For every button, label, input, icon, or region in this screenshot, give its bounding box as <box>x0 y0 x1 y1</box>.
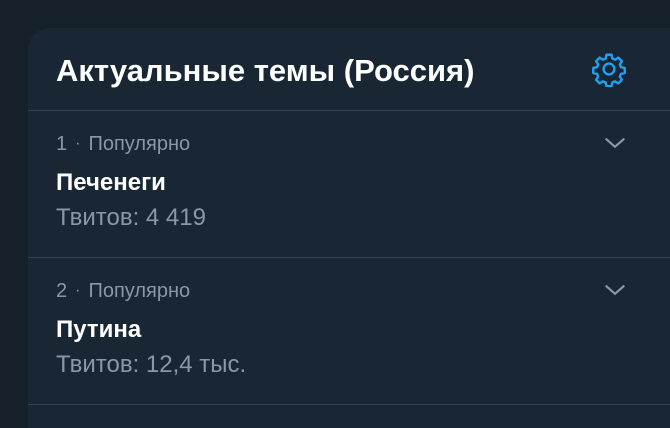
trend-meta: 1 · Популярно <box>56 131 190 157</box>
trend-rank: 1 <box>56 133 68 155</box>
trend-rank: 2 <box>56 280 68 302</box>
trends-header: Актуальные темы (Россия) <box>28 28 670 111</box>
trend-name[interactable]: Печенеги <box>56 168 166 198</box>
trend-item[interactable]: 1 · Популярно Печенеги Твитов: 4 419 <box>28 111 670 258</box>
trend-context: Популярно <box>88 280 191 302</box>
trend-tweet-count: Твитов: 4 419 <box>56 204 206 231</box>
chevron-down-icon[interactable] <box>602 130 628 156</box>
trends-title: Актуальные темы (Россия) <box>56 53 475 88</box>
trend-separator: · <box>75 135 81 152</box>
trend-meta: 2 · Популярно <box>56 278 190 304</box>
trend-item[interactable]: 2 · Популярно Путина Твитов: 12,4 тыс. <box>28 258 670 405</box>
trend-separator: · <box>75 282 81 299</box>
trend-context: Популярно <box>88 133 191 155</box>
trend-name[interactable]: Путина <box>56 315 141 345</box>
gear-icon[interactable] <box>591 51 627 87</box>
chevron-down-icon[interactable] <box>602 277 628 303</box>
trend-tweet-count: Твитов: 12,4 тыс. <box>56 351 247 378</box>
trends-panel: Актуальные темы (Россия) 1 · Популярно Печ… <box>28 28 670 428</box>
